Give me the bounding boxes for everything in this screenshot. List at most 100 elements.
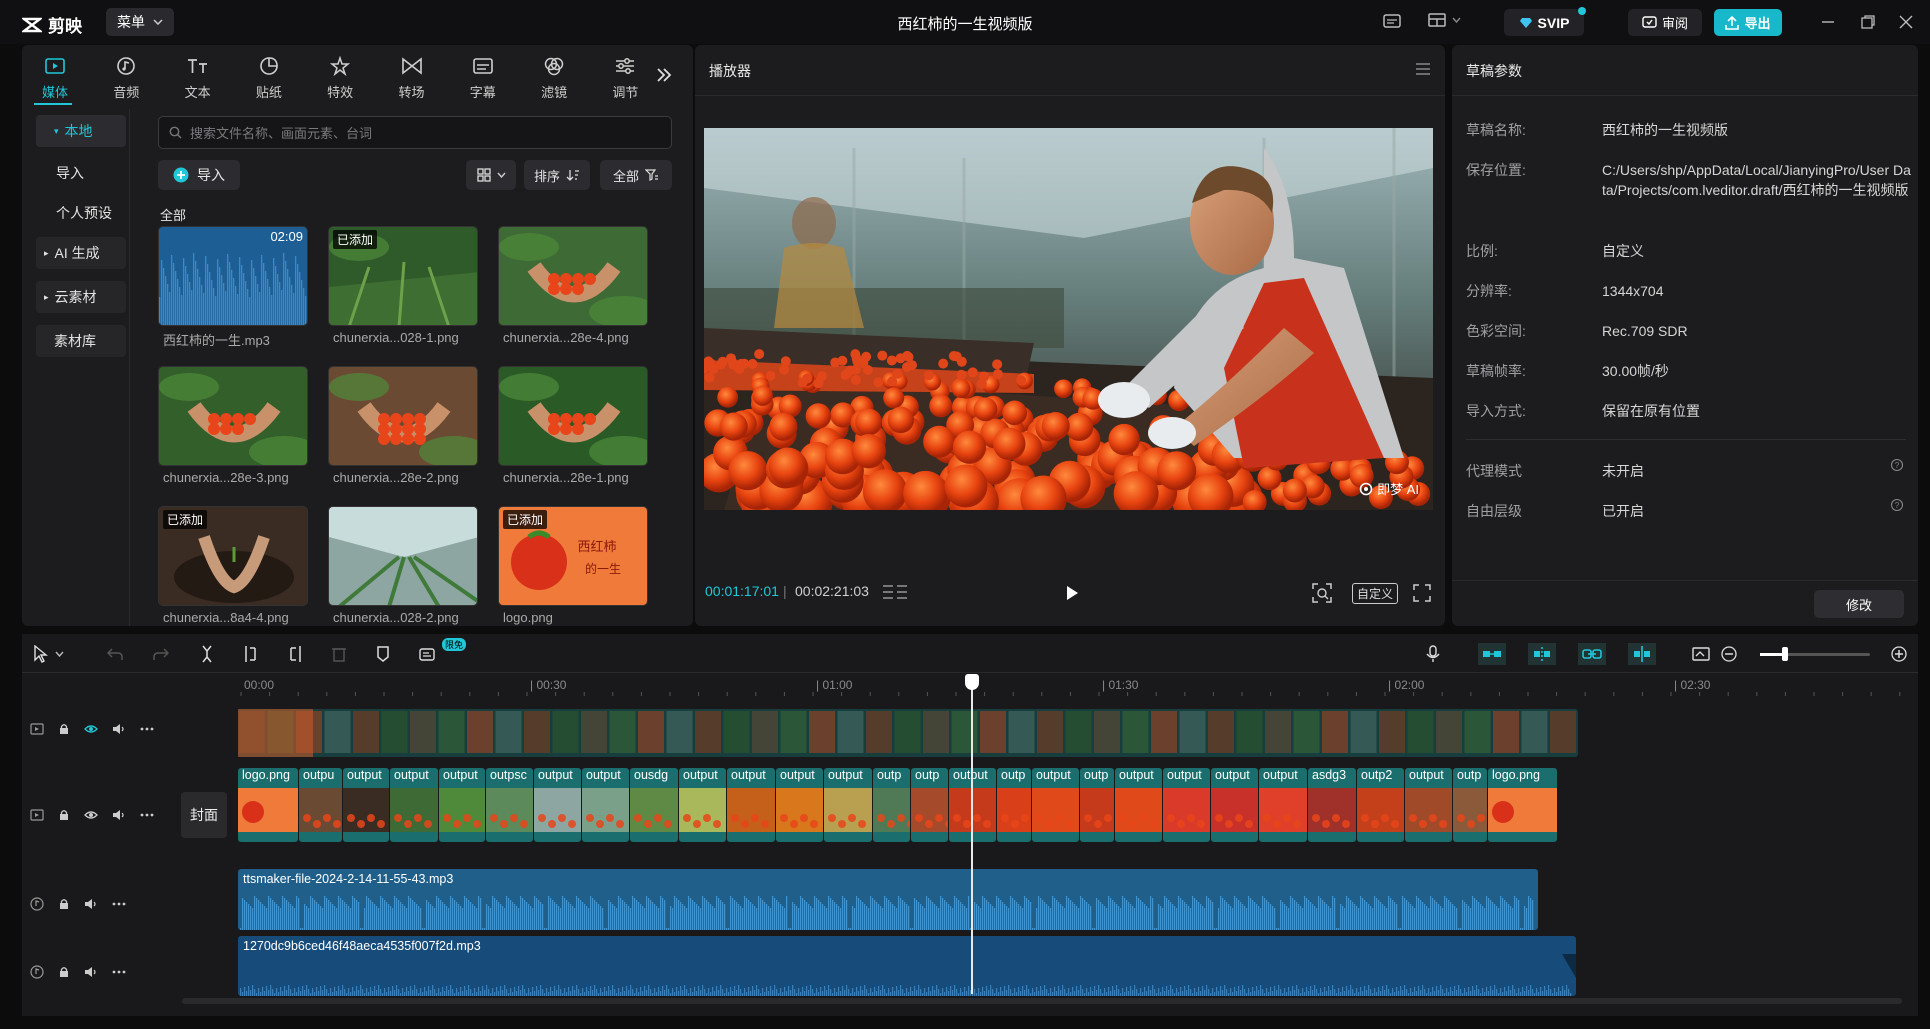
layer-help-icon[interactable]: ? <box>1890 498 1904 512</box>
audio-clip-1[interactable]: ttsmaker-file-2024-2-14-11-55-43.mp3 <box>238 869 1538 930</box>
media-thumbnail[interactable]: 02:09 <box>158 226 308 326</box>
video-clip[interactable]: output <box>1211 768 1258 842</box>
video-clip[interactable]: output <box>1405 768 1452 842</box>
filter-button[interactable]: 全部 <box>600 160 672 190</box>
more-icon[interactable] <box>112 964 126 980</box>
tab-sticker[interactable]: 贴纸 <box>238 51 300 101</box>
video-clip[interactable]: outpu <box>299 768 342 842</box>
minimize-icon[interactable] <box>1820 14 1836 30</box>
media-search-input[interactable]: 搜索文件名称、画面元素、台词 <box>158 116 672 149</box>
speaker-icon[interactable] <box>112 807 126 823</box>
more-tabs-icon[interactable] <box>656 67 672 83</box>
video-clip[interactable]: logo.png <box>238 768 298 842</box>
video-clip[interactable]: output <box>343 768 389 842</box>
media-thumbnail[interactable] <box>498 366 648 466</box>
video-clip[interactable]: output <box>439 768 485 842</box>
zoom-in-icon[interactable] <box>1888 643 1910 665</box>
menu-button[interactable]: 菜单 <box>106 8 174 36</box>
video-clip[interactable]: output <box>1259 768 1307 842</box>
video-clip[interactable]: output <box>1115 768 1162 842</box>
tab-media[interactable]: 媒体 <box>24 51 86 101</box>
tab-subtitle[interactable]: 字幕 <box>452 51 514 101</box>
video-clip[interactable]: outp <box>911 768 948 842</box>
lock-icon[interactable] <box>58 896 70 912</box>
lock-icon[interactable] <box>58 721 70 737</box>
more-icon[interactable] <box>112 896 126 912</box>
redo-icon[interactable] <box>150 643 172 665</box>
tab-text[interactable]: 文本 <box>167 51 229 101</box>
fit-screen-icon[interactable] <box>1312 583 1332 603</box>
zoom-slider-track[interactable] <box>1760 647 1870 661</box>
video-clip[interactable]: logo.png <box>1488 768 1557 842</box>
modify-button[interactable]: 修改 <box>1814 590 1904 618</box>
sidebar-item-local[interactable]: ▾ 本地 <box>36 115 126 147</box>
video-clip[interactable]: output <box>1032 768 1079 842</box>
player-menu-icon[interactable] <box>1415 63 1431 75</box>
timeline-scrollbar[interactable] <box>182 998 1902 1004</box>
video-clip[interactable]: outpsc <box>486 768 533 842</box>
select-tool-icon[interactable] <box>30 643 52 665</box>
zoom-slider-handle[interactable] <box>1782 647 1788 661</box>
eye-icon[interactable] <box>84 721 98 737</box>
marker-icon[interactable] <box>372 643 394 665</box>
cover-button[interactable]: 封面 <box>181 792 227 838</box>
main-video-track[interactable]: logo.png outpu output output output outpsc out… <box>238 768 1590 842</box>
video-clip[interactable]: output <box>824 768 872 842</box>
media-thumbnail[interactable] <box>328 506 478 606</box>
media-thumbnail[interactable]: 已添加 <box>158 506 308 606</box>
layout-icon[interactable] <box>1428 12 1461 28</box>
undo-icon[interactable] <box>104 643 126 665</box>
video-clip[interactable]: output <box>1163 768 1210 842</box>
video-clip[interactable]: outp <box>997 768 1031 842</box>
split-left-icon[interactable] <box>240 643 262 665</box>
tab-transition[interactable]: 转场 <box>381 51 443 101</box>
playhead[interactable] <box>965 674 979 994</box>
video-clip[interactable]: output <box>390 768 438 842</box>
tab-audio[interactable]: 音频 <box>95 51 157 101</box>
fullscreen-icon[interactable] <box>1413 584 1431 602</box>
review-button[interactable]: 审阅 <box>1628 9 1702 36</box>
speaker-icon[interactable] <box>84 964 98 980</box>
video-clip[interactable]: outp <box>1453 768 1487 842</box>
zoom-out-icon[interactable] <box>1718 643 1740 665</box>
sidebar-item-library[interactable]: 素材库 <box>36 325 126 357</box>
sidebar-item-cloud[interactable]: ▸ 云素材 <box>36 281 126 313</box>
tab-adjust[interactable]: 调节 <box>594 51 656 101</box>
lock-icon[interactable] <box>58 807 70 823</box>
preview-axis-icon[interactable] <box>1628 643 1656 665</box>
video-clip[interactable]: outp <box>873 768 910 842</box>
video-clip[interactable]: ousdg <box>630 768 678 842</box>
media-thumbnail[interactable] <box>328 366 478 466</box>
play-icon[interactable] <box>1065 585 1079 601</box>
speaker-icon[interactable] <box>84 896 98 912</box>
more-icon[interactable] <box>140 721 154 737</box>
video-clip[interactable]: outp2 <box>1357 768 1404 842</box>
proxy-help-icon[interactable]: ? <box>1890 458 1904 472</box>
split-icon[interactable] <box>196 643 218 665</box>
video-preview[interactable]: 即梦 AI <box>704 128 1433 510</box>
sort-button[interactable]: 排序 <box>524 160 590 190</box>
media-thumbnail[interactable] <box>158 366 308 466</box>
lock-icon[interactable] <box>58 964 70 980</box>
speaker-icon[interactable] <box>112 721 126 737</box>
overlay-track[interactable] <box>238 709 1578 757</box>
export-button[interactable]: 导出 <box>1714 9 1782 36</box>
audio-clip-2[interactable]: 1270dc9b6ced46f48aeca4535f007f2d.mp3 <box>238 936 1576 996</box>
video-clip[interactable]: output <box>582 768 629 842</box>
media-thumbnail[interactable] <box>498 226 648 326</box>
tab-effects[interactable]: 特效 <box>309 51 371 101</box>
video-clip[interactable]: output <box>679 768 726 842</box>
media-thumbnail[interactable]: 西红柿 的一生 已添加 <box>498 506 648 606</box>
close-icon[interactable] <box>1898 14 1914 30</box>
ratio-button[interactable]: 自定义 <box>1352 583 1399 604</box>
video-clip[interactable]: asdg3 <box>1308 768 1356 842</box>
magnet-main-icon[interactable] <box>1478 643 1506 665</box>
tab-filter[interactable]: 滤镜 <box>523 51 585 101</box>
link-icon[interactable] <box>1578 643 1606 665</box>
fade-handle-icon[interactable] <box>1562 954 1576 978</box>
chevron-down-icon[interactable] <box>52 643 66 665</box>
import-button[interactable]: 导入 <box>158 160 240 190</box>
delete-icon[interactable] <box>328 643 350 665</box>
sidebar-item-import[interactable]: 导入 <box>36 157 126 189</box>
restore-icon[interactable] <box>1860 14 1876 30</box>
